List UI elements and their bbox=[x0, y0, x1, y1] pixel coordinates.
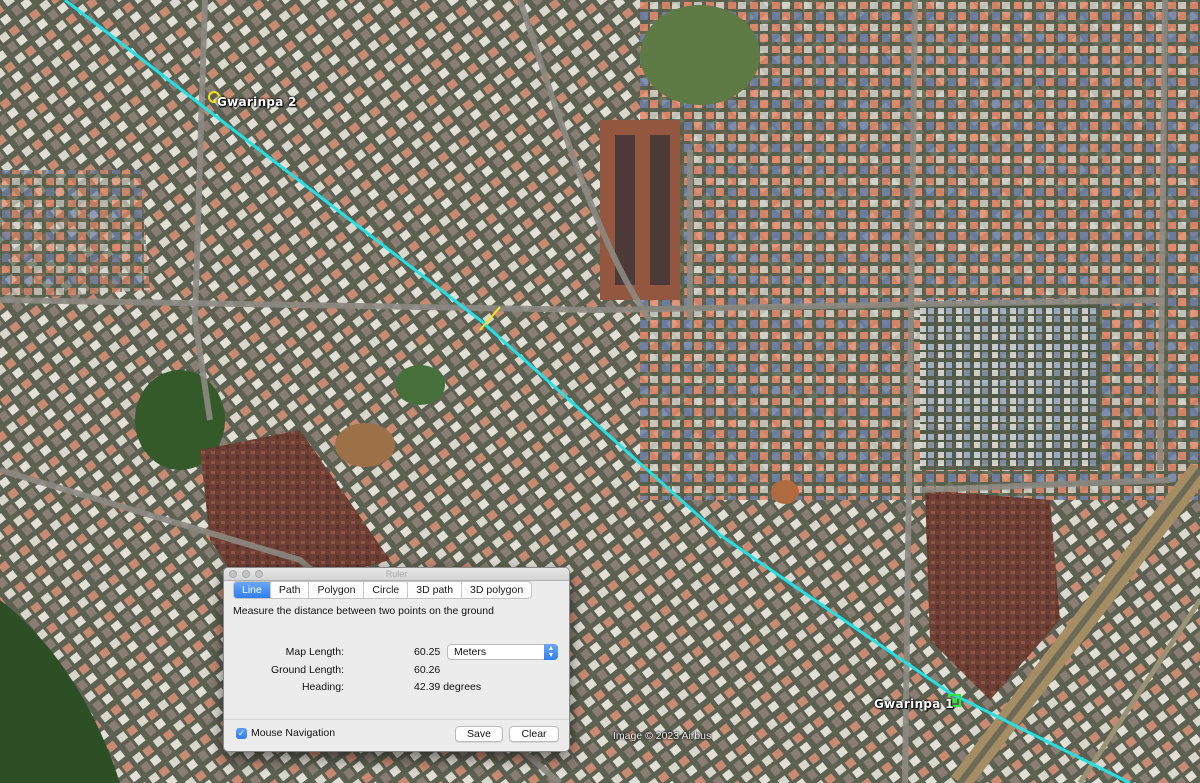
heading-value: 42.39 degrees bbox=[414, 681, 482, 693]
heading-label: Heading: bbox=[301, 681, 344, 693]
tab-path[interactable]: Path bbox=[269, 582, 309, 598]
ground-length-value: 60.26 bbox=[414, 664, 441, 676]
mouse-navigation-label[interactable]: Mouse Navigation bbox=[251, 727, 335, 739]
tab-3d-path[interactable]: 3D path bbox=[407, 582, 461, 598]
map-length-value: 60.25 bbox=[414, 646, 441, 658]
map-length-label: Map Length: bbox=[285, 646, 344, 658]
ruler-dialog: Ruler Line Path Polygon Circle 3D path 3… bbox=[223, 567, 570, 752]
tab-3d-polygon[interactable]: 3D polygon bbox=[461, 582, 531, 598]
mouse-navigation-checkbox[interactable]: ✓ bbox=[236, 728, 247, 739]
save-button[interactable]: Save bbox=[455, 726, 503, 742]
tab-polygon[interactable]: Polygon bbox=[308, 582, 363, 598]
placemark-label-gwarinpa-1[interactable]: Gwarinpa 1 bbox=[874, 697, 954, 711]
ruler-tabs: Line Path Polygon Circle 3D path 3D poly… bbox=[233, 581, 533, 599]
satellite-map[interactable] bbox=[0, 0, 1200, 783]
clear-button[interactable]: Clear bbox=[509, 726, 559, 742]
unit-select-value: Meters bbox=[454, 646, 487, 658]
ruler-divider bbox=[224, 719, 569, 720]
tab-line[interactable]: Line bbox=[234, 582, 270, 598]
ruler-description: Measure the distance between two points … bbox=[233, 605, 494, 617]
ruler-title: Ruler bbox=[385, 569, 408, 579]
unit-select[interactable]: Meters ▲ ▼ bbox=[447, 644, 558, 660]
ground-length-label: Ground Length: bbox=[271, 664, 344, 676]
chevron-updown-icon: ▲ ▼ bbox=[544, 644, 558, 660]
ruler-titlebar[interactable]: Ruler bbox=[224, 568, 569, 581]
placemark-label-gwarinpa-2[interactable]: Gwarinpa 2 bbox=[217, 95, 297, 109]
tab-circle[interactable]: Circle bbox=[363, 582, 407, 598]
imagery-attribution: Image © 2023 Airbus bbox=[613, 730, 712, 742]
